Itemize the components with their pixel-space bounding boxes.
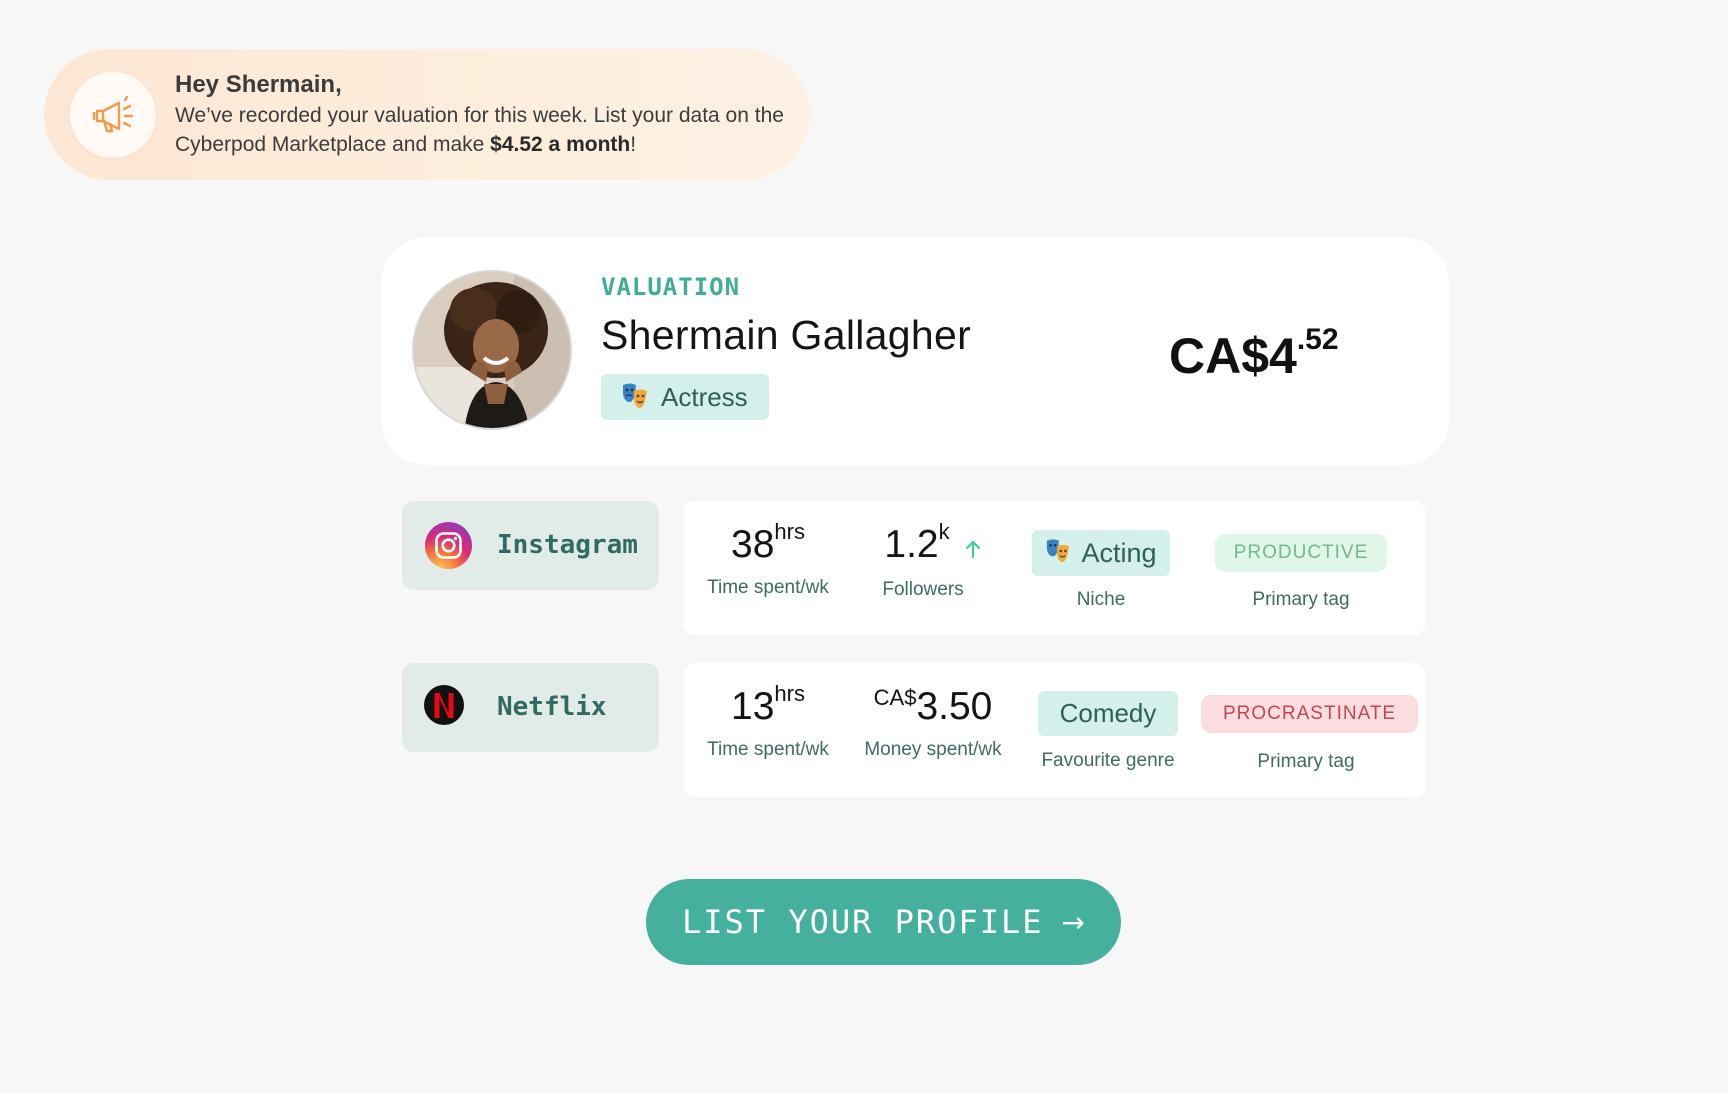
banner-greeting: Hey Shermain, xyxy=(175,71,342,98)
stat-value: 38hrs xyxy=(703,519,833,567)
stat-number: 3.50 xyxy=(916,685,993,728)
valuation-card: VALUATION Shermain Gallagher Actress CA$… xyxy=(381,237,1449,465)
trend-up-icon xyxy=(964,525,982,569)
instagram-stats-panel: 38hrs Time spent/wk 1.2k Followers Actin… xyxy=(683,501,1426,635)
stat-unit: k xyxy=(938,519,950,544)
valuation-amount-cents: .52 xyxy=(1296,323,1339,357)
profile-name: Shermain Gallagher xyxy=(601,312,972,358)
stat-unit: hrs xyxy=(774,681,805,706)
stat-time-spent: 38hrs Time spent/wk xyxy=(703,519,833,599)
service-tile-netflix[interactable]: Netflix xyxy=(402,663,659,752)
list-profile-button[interactable]: LIST YOUR PROFILE → xyxy=(646,879,1121,965)
service-tile-instagram[interactable]: Instagram xyxy=(402,501,659,590)
productive-badge: PRODUCTIVE xyxy=(1214,534,1388,572)
netflix-stats-panel: 13hrs Time spent/wk CA$3.50 Money spent/… xyxy=(683,663,1426,797)
arrow-right-icon: → xyxy=(1061,905,1085,939)
avatar xyxy=(412,270,572,430)
banner-message-text: We’ve recorded your valuation for this w… xyxy=(175,104,784,156)
theater-masks-icon xyxy=(1045,537,1071,570)
stat-label: Time spent/wk xyxy=(707,739,829,760)
theater-masks-icon xyxy=(621,381,649,414)
procrastinate-badge: PROCRASTINATE xyxy=(1201,695,1419,733)
stat-followers: 1.2k Followers xyxy=(863,519,1003,601)
stat-label: Primary tag xyxy=(1252,589,1350,610)
role-label: Actress xyxy=(661,381,748,412)
stat-niche: Acting Niche xyxy=(1026,530,1176,611)
niche-label: Acting xyxy=(1081,537,1157,568)
banner-message-suffix: ! xyxy=(630,133,637,156)
valuation-label: VALUATION xyxy=(601,273,741,301)
genre-chip: Comedy xyxy=(1037,691,1179,736)
megaphone-icon xyxy=(70,72,156,158)
netflix-icon xyxy=(424,685,464,725)
stat-primary-tag: PRODUCTIVE Primary tag xyxy=(1201,534,1401,611)
page: Hey Shermain, We’ve recorded your valuat… xyxy=(0,0,1728,1093)
stat-label: Primary tag xyxy=(1257,751,1355,772)
stat-unit: hrs xyxy=(774,519,805,544)
stat-time-spent: 13hrs Time spent/wk xyxy=(703,681,833,761)
banner-text: Hey Shermain, We’ve recorded your valuat… xyxy=(175,69,795,159)
stat-value: 13hrs xyxy=(703,681,833,729)
stat-label: Niche xyxy=(1076,589,1126,610)
stat-value: 1.2k xyxy=(863,519,1003,569)
instagram-icon xyxy=(425,522,472,569)
service-name: Netflix xyxy=(497,692,607,722)
stat-number: 13 xyxy=(731,685,775,728)
valuation-amount-main: CA$4 xyxy=(1169,328,1297,384)
stat-label: Favourite genre xyxy=(1041,750,1175,771)
list-profile-label: LIST YOUR PROFILE xyxy=(682,903,1044,941)
stat-number: 1.2 xyxy=(884,523,939,566)
stat-favourite-genre: Comedy Favourite genre xyxy=(1033,691,1183,772)
stat-primary-tag: PROCRASTINATE Primary tag xyxy=(1201,695,1419,773)
stat-label: Money spent/wk xyxy=(864,739,1002,760)
stat-money-spent: CA$3.50 Money spent/wk xyxy=(853,685,1013,761)
notification-banner: Hey Shermain, We’ve recorded your valuat… xyxy=(44,49,810,180)
stat-label: Time spent/wk xyxy=(707,577,829,598)
stat-number: 38 xyxy=(731,523,775,566)
niche-chip: Acting xyxy=(1032,530,1170,576)
service-name: Instagram xyxy=(497,530,638,560)
banner-message: We’ve recorded your valuation for this w… xyxy=(175,101,795,159)
role-chip: Actress xyxy=(601,374,769,420)
stat-label: Followers xyxy=(882,578,964,600)
banner-amount-highlight: $4.52 a month xyxy=(490,133,631,156)
valuation-amount: CA$4.52 xyxy=(1169,323,1339,385)
stat-currency: CA$ xyxy=(873,685,917,710)
stat-value: CA$3.50 xyxy=(853,685,1013,729)
